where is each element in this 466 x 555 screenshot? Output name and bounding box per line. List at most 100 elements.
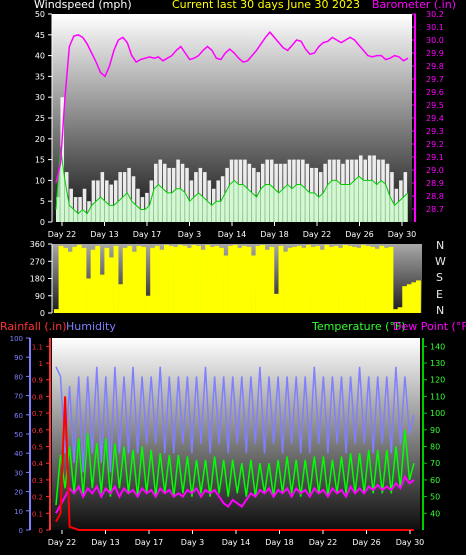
wind-x-label: Day 13	[90, 230, 119, 239]
rain-tick-label: 0.7	[32, 410, 43, 418]
direction-bar	[406, 284, 412, 313]
direction-bar	[310, 246, 316, 313]
direction-bar	[141, 246, 146, 313]
temp-x-label: Day 14	[222, 538, 251, 547]
direction-tick-label: 0	[40, 309, 45, 318]
direction-bar	[54, 309, 59, 313]
humidity-tick-label: 90	[14, 354, 23, 362]
temp-tick-label: 40	[430, 509, 440, 518]
direction-bar	[347, 245, 353, 313]
direction-bar	[328, 246, 334, 313]
direction-bar	[379, 245, 385, 313]
direction-bar	[168, 245, 174, 313]
temp-tick-label: 80	[430, 443, 440, 452]
humidity-tick-label: 30	[14, 469, 23, 477]
direction-bar	[67, 251, 73, 313]
wind-tick-label: 5	[40, 197, 45, 206]
baro-tick-label: 30.0	[426, 36, 444, 45]
direction-tick-label: 270	[30, 257, 45, 266]
direction-bar	[95, 245, 101, 313]
baro-tick-label: 29.1	[426, 153, 444, 162]
temp-x-label: Day 13	[91, 538, 120, 547]
rain-tick-label: 0.3	[32, 477, 43, 485]
direction-bar	[388, 246, 394, 313]
direction-bar	[173, 246, 179, 313]
baro-tick-label: 30.1	[426, 23, 444, 32]
direction-bar	[99, 274, 105, 313]
direction-bar	[127, 245, 133, 313]
direction-bar	[136, 245, 142, 313]
temp-tick-label: 110	[430, 392, 445, 401]
temp-x-label: Day 22	[48, 538, 77, 547]
rain-tick-label: 0.1	[32, 510, 43, 518]
direction-bar	[237, 247, 243, 313]
temp-tick-label: 60	[430, 476, 440, 485]
temp-x-label: Day 17	[135, 538, 164, 547]
temp-x-label: Day 30	[396, 538, 425, 547]
baro-tick-label: 30.2	[426, 10, 444, 19]
direction-bar	[342, 244, 348, 313]
direction-bar	[287, 247, 293, 313]
direction-bar	[58, 245, 64, 313]
rain-tick-label: 1.1	[32, 343, 43, 351]
wind-x-label: Day 18	[260, 230, 289, 239]
direction-bar	[374, 248, 380, 313]
direction-bar	[90, 249, 96, 313]
temp-tick-label: 50	[430, 493, 440, 502]
direction-bar	[214, 245, 220, 313]
wind-tick-label: 45	[35, 31, 45, 40]
temp-tick-label: 100	[430, 409, 445, 418]
baro-tick-label: 28.8	[426, 192, 444, 201]
baro-tick-label: 29.9	[426, 49, 444, 58]
direction-bar	[76, 244, 82, 313]
baro-tick-label: 29.6	[426, 88, 444, 97]
direction-bar	[159, 249, 165, 313]
direction-bar	[72, 246, 78, 313]
direction-bar	[283, 251, 288, 313]
rain-tick-label: 0.9	[32, 377, 43, 385]
temp-x-label: Day 18	[265, 538, 294, 547]
baro-tick-label: 29.4	[426, 114, 444, 123]
baro-tick-label: 28.7	[426, 205, 444, 214]
humidity-tick-label: 50	[14, 431, 23, 439]
direction-bar	[411, 282, 417, 313]
direction-bar	[402, 286, 408, 313]
humidity-tick-label: 40	[14, 450, 23, 458]
chart-svg: 0510152025303540455028.728.828.929.029.1…	[10, 10, 446, 547]
direction-bar	[118, 284, 124, 313]
wind-tick-label: 25	[35, 114, 45, 123]
direction-bar	[196, 245, 201, 313]
wind-tick-label: 35	[35, 72, 45, 81]
direction-bar	[86, 278, 91, 313]
direction-bar	[241, 245, 247, 313]
rain-tick-label: 0	[39, 527, 43, 535]
humidity-tick-label: 20	[14, 489, 23, 497]
direction-bar	[383, 247, 389, 313]
humidity-tick-label: 80	[14, 373, 23, 381]
humidity-tick-label: 10	[14, 508, 23, 516]
wind-tick-label: 50	[35, 10, 45, 19]
wind-tick-label: 0	[40, 218, 45, 227]
baro-tick-label: 28.9	[426, 179, 444, 188]
direction-bar	[177, 244, 183, 313]
direction-bar	[232, 244, 238, 313]
direction-bar	[163, 244, 169, 313]
direction-bar	[186, 247, 192, 313]
direction-tick-label: 360	[30, 240, 45, 249]
temp-tick-label: 70	[430, 459, 440, 468]
wind-x-label: Day 22	[303, 230, 332, 239]
wind-tick-label: 10	[35, 176, 45, 185]
direction-bar	[205, 244, 211, 313]
wind-x-label: Day 30	[388, 230, 417, 239]
direction-bar	[269, 246, 275, 313]
humidity-tick-label: 60	[14, 412, 23, 420]
direction-tick-label: 180	[30, 275, 45, 284]
direction-bar	[365, 245, 371, 313]
direction-bar	[150, 247, 156, 313]
direction-bar	[416, 280, 421, 313]
direction-bar	[246, 246, 252, 313]
direction-bar	[260, 244, 266, 313]
baro-tick-label: 29.5	[426, 101, 444, 110]
direction-bar	[306, 244, 311, 313]
direction-bar	[228, 245, 234, 313]
